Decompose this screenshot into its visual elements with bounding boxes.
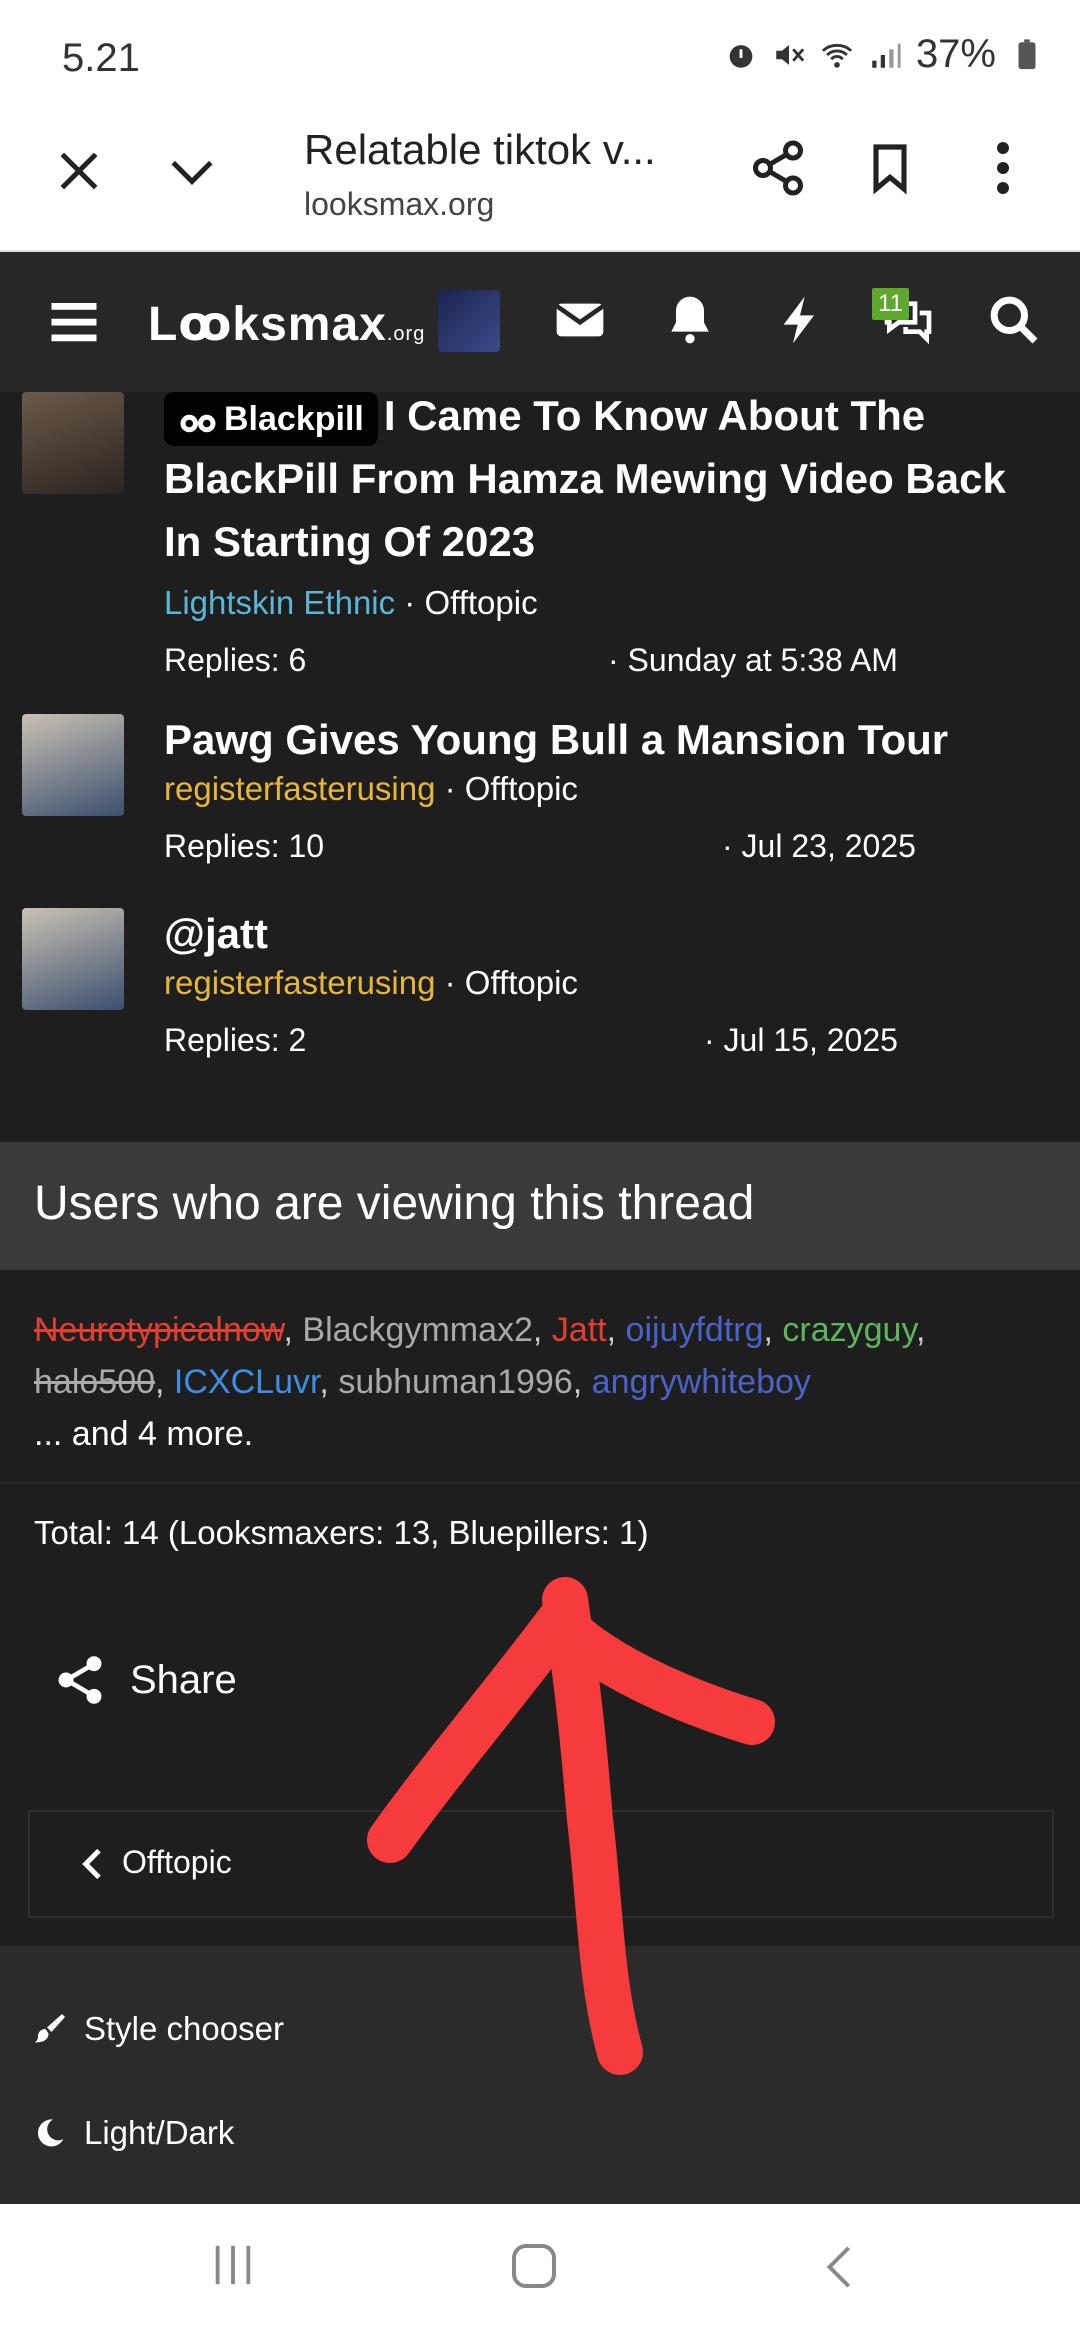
thread-date: · Jul 23, 2025	[722, 828, 916, 864]
battery-percent: 37%	[915, 32, 996, 76]
menu-icon[interactable]	[44, 294, 104, 348]
more-options-icon[interactable]	[988, 138, 1018, 198]
user-link[interactable]: oijuyfdtrg	[626, 1311, 764, 1349]
site-logo[interactable]: Lꝏksmax.org	[148, 296, 425, 352]
thread-meta: registerfasterusing · Offtopic	[164, 964, 578, 1001]
more-users-text[interactable]: ... and 4 more.	[34, 1415, 253, 1453]
thread-forum[interactable]: Offtopic	[424, 584, 537, 621]
avatar[interactable]	[22, 908, 124, 1010]
status-time: 5.21	[62, 36, 140, 80]
share-button[interactable]: Share	[52, 1652, 237, 1708]
user-link[interactable]: crazyguy	[782, 1311, 916, 1349]
user-link[interactable]: Jatt	[552, 1311, 607, 1349]
conversations-badge: 11	[872, 288, 909, 320]
user-link[interactable]: angrywhiteboy	[592, 1363, 811, 1401]
share-icon[interactable]	[748, 138, 808, 198]
recent-apps-icon[interactable]	[210, 2242, 256, 2288]
site-navbar: Lꝏksmax.org 11	[0, 252, 1080, 392]
mail-icon[interactable]	[552, 292, 608, 348]
wifi-icon	[821, 43, 853, 68]
home-icon[interactable]	[510, 2242, 558, 2290]
user-link[interactable]: Blackgymmax2	[302, 1311, 533, 1349]
close-icon[interactable]	[54, 146, 104, 196]
avatar[interactable]	[22, 714, 124, 816]
lightning-icon[interactable]	[772, 292, 828, 348]
thread-author[interactable]: registerfasterusing	[164, 770, 435, 807]
signal-icon	[872, 43, 901, 68]
page-domain: looksmax.org	[304, 186, 495, 222]
alarm-icon	[729, 44, 753, 68]
thread-title[interactable]: @jatt	[164, 902, 1044, 965]
user-link[interactable]: Neurotypicalnow	[34, 1311, 283, 1349]
battery-icon	[1018, 38, 1036, 69]
thread-title[interactable]: Pawg Gives Young Bull a Mansion Tour	[164, 708, 1044, 771]
share-icon	[58, 1656, 102, 1704]
breadcrumb[interactable]: Offtopic	[28, 1810, 1054, 1918]
thread-date: · Sunday at 5:38 AM	[608, 642, 898, 678]
thread-replies: Replies: 2	[164, 1022, 307, 1058]
page-title: Relatable tiktok v...	[304, 126, 656, 173]
thread-author[interactable]: Lightskin Ethnic	[164, 584, 395, 621]
gamepad-icon	[180, 414, 216, 433]
thread-meta: Lightskin Ethnic · Offtopic	[164, 584, 538, 621]
viewers-list: Neurotypicalnow, Blackgymmax2, Jatt, oij…	[0, 1270, 1080, 1480]
viewers-total: Total: 14 (Looksmaxers: 13, Bluepillers:…	[0, 1482, 1080, 1574]
similar-threads-list: Blackpill I Came To Know About The BlackP…	[0, 392, 1080, 1142]
user-link[interactable]: halo500	[34, 1363, 155, 1401]
thread-forum[interactable]: Offtopic	[465, 770, 578, 807]
chevron-down-icon[interactable]	[164, 146, 220, 196]
style-chooser-link[interactable]: Style chooser	[32, 2010, 284, 2048]
browser-toolbar: Relatable tiktok v... looksmax.org	[0, 108, 1080, 252]
user-avatar[interactable]	[438, 290, 500, 352]
breadcrumb-link[interactable]: Offtopic	[122, 1844, 232, 1881]
thread-prefix-badge[interactable]: Blackpill	[164, 392, 378, 446]
site-footer: Style chooser Light/Dark	[0, 1946, 1080, 2204]
user-link[interactable]: subhuman1996	[338, 1363, 572, 1401]
thread-meta: registerfasterusing · Offtopic	[164, 770, 578, 807]
moon-icon	[37, 2119, 64, 2147]
system-navigation-bar	[0, 2204, 1080, 2340]
back-icon[interactable]	[818, 2242, 864, 2292]
thread-replies: Replies: 10	[164, 828, 325, 864]
thread-replies: Replies: 6	[164, 642, 307, 678]
status-bar: 5.21 37%	[0, 0, 1080, 108]
user-link[interactable]: ICXCLuvr	[174, 1363, 320, 1401]
avatar[interactable]	[22, 392, 124, 494]
share-label: Share	[130, 1657, 237, 1702]
thread-author[interactable]: registerfasterusing	[164, 964, 435, 1001]
light-dark-toggle[interactable]: Light/Dark	[32, 2114, 234, 2152]
thread-title[interactable]: Blackpill I Came To Know About The BlackP…	[164, 392, 1044, 573]
chevron-left-icon	[82, 1848, 101, 1880]
mute-icon	[776, 44, 805, 65]
bookmark-icon[interactable]	[862, 138, 918, 198]
bell-icon[interactable]	[662, 292, 718, 348]
thread-date: · Jul 15, 2025	[704, 1022, 898, 1058]
paintbrush-icon	[35, 2014, 65, 2043]
search-icon[interactable]	[986, 292, 1042, 348]
thread-forum[interactable]: Offtopic	[465, 964, 578, 1001]
viewers-heading: Users who are viewing this thread	[0, 1142, 1080, 1270]
